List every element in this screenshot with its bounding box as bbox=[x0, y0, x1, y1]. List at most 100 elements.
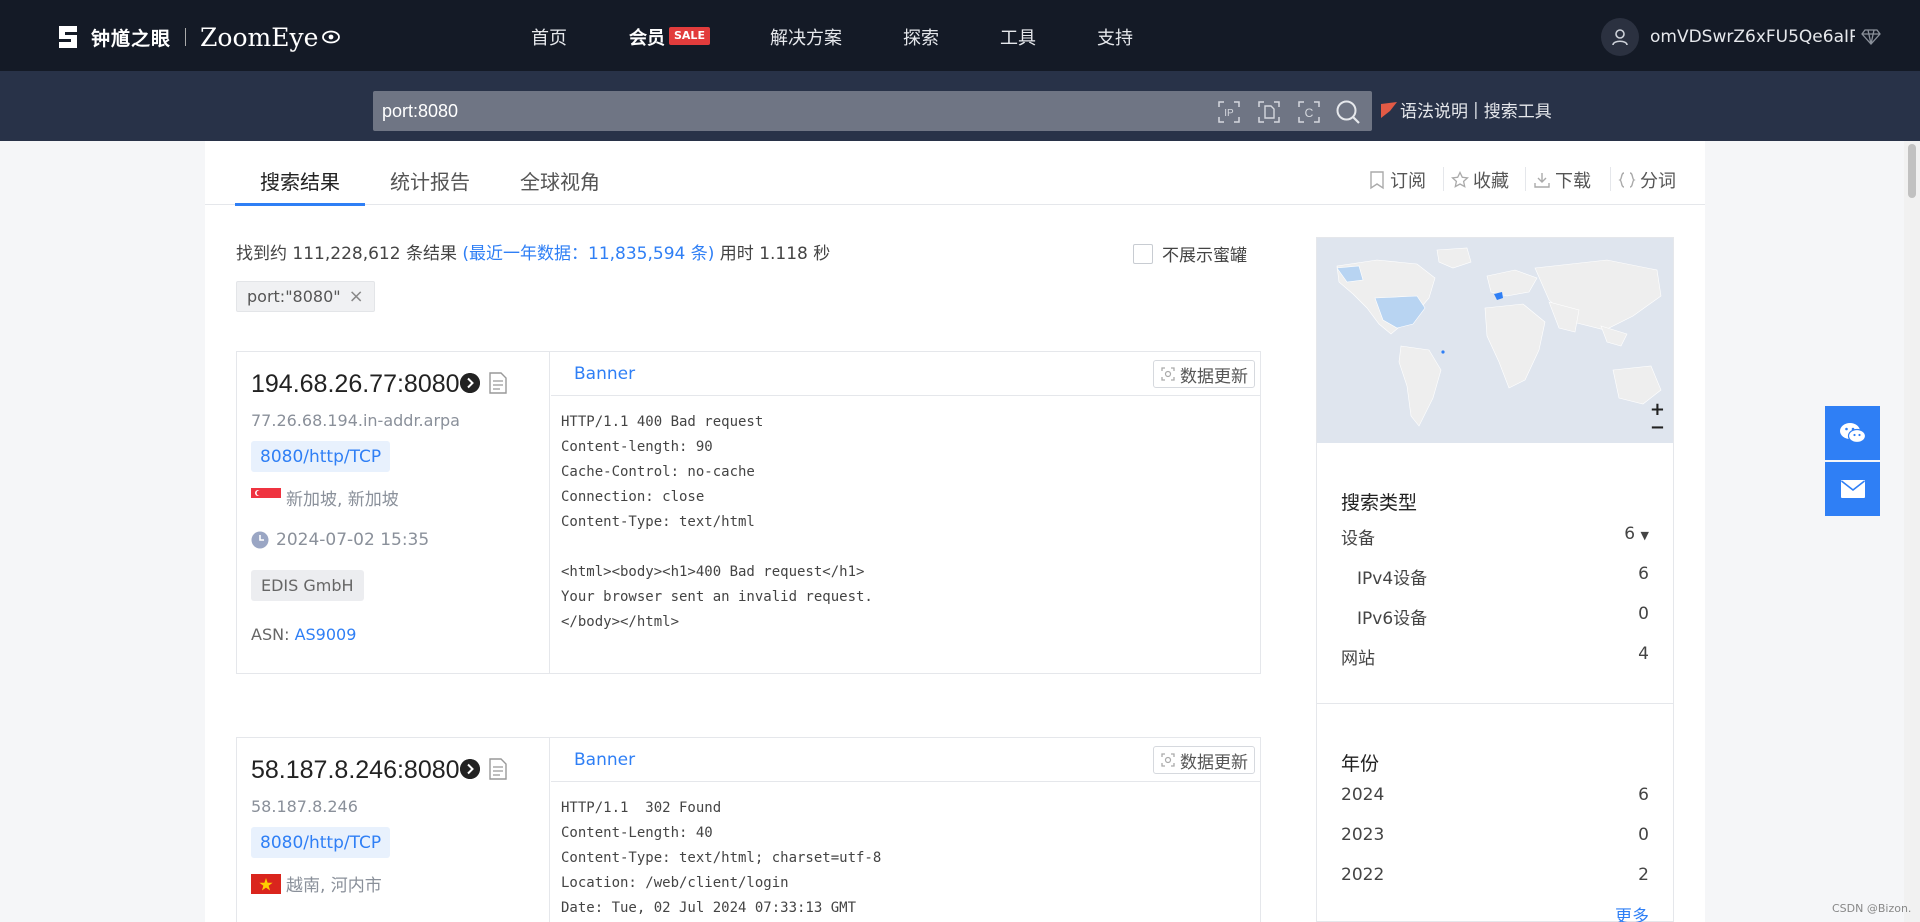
star-icon bbox=[1451, 171, 1469, 188]
clock-icon bbox=[251, 531, 269, 549]
close-icon[interactable]: × bbox=[349, 286, 364, 307]
location-label[interactable]: 越南, 河内市 bbox=[286, 871, 382, 896]
svg-text:C: C bbox=[1305, 106, 1314, 120]
top-navbar: 钟馗之眼 ZoomEye 首页 会员 SALE 解决方案 探索 工具 支持 om… bbox=[0, 0, 1920, 71]
year-more-link[interactable]: 更多 bbox=[1615, 902, 1649, 922]
subscribe-label: 订阅 bbox=[1390, 171, 1426, 192]
tab-banner[interactable]: Banner bbox=[574, 750, 635, 770]
subscribe-icon bbox=[1370, 171, 1384, 190]
nav-explore[interactable]: 探索 bbox=[903, 24, 939, 50]
result-asn: ASN: AS9009 bbox=[251, 625, 356, 644]
facet-label: 2022 bbox=[1341, 865, 1385, 885]
tokenize-button[interactable]: 分词 bbox=[1618, 167, 1676, 193]
facet-count: 4 bbox=[1638, 644, 1649, 664]
nav-member[interactable]: 会员 bbox=[629, 24, 665, 50]
scrollbar-track[interactable] bbox=[1904, 141, 1920, 922]
zoomeye-logo-icon bbox=[59, 26, 77, 48]
chevron-right-icon[interactable] bbox=[460, 759, 480, 779]
organization-tag[interactable]: EDIS GmbH bbox=[251, 570, 364, 601]
result-location: 新加坡, 新加坡 bbox=[251, 485, 399, 510]
facet-label: IPv6设备 bbox=[1357, 609, 1428, 629]
search-input[interactable] bbox=[382, 97, 1182, 125]
asn-link[interactable]: AS9009 bbox=[295, 625, 357, 644]
result-count: 找到约 111,228,612 条结果 bbox=[236, 244, 457, 264]
nav-solutions[interactable]: 解决方案 bbox=[770, 24, 842, 50]
logo[interactable]: 钟馗之眼 ZoomEye bbox=[53, 20, 341, 54]
wechat-button[interactable] bbox=[1825, 406, 1880, 460]
brand-separator bbox=[185, 28, 187, 46]
result-meta: 58.187.8.246:8080 58.187.8.246 8080/http… bbox=[237, 738, 550, 922]
facet-label: IPv4设备 bbox=[1357, 569, 1428, 589]
port-protocol-tag[interactable]: 8080/http/TCP bbox=[251, 441, 391, 472]
result-ip-link[interactable]: 194.68.26.77:8080 bbox=[251, 370, 460, 399]
nav-support[interactable]: 支持 bbox=[1097, 24, 1133, 50]
diamond-icon[interactable] bbox=[1861, 28, 1881, 46]
map-zoom-out-button[interactable]: − bbox=[1650, 417, 1665, 438]
document-icon[interactable] bbox=[488, 757, 508, 781]
watermark: CSDN @Bizon. bbox=[1832, 902, 1912, 915]
tab-search-results[interactable]: 搜索结果 bbox=[260, 166, 340, 195]
ip-search-icon[interactable]: IP bbox=[1216, 99, 1242, 125]
location-label[interactable]: 新加坡, 新加坡 bbox=[286, 485, 399, 510]
facet-row-device[interactable]: 设备 6 ▼ bbox=[1341, 524, 1649, 549]
avatar[interactable] bbox=[1601, 18, 1639, 56]
username[interactable]: omVDSwrZ6xFU5Qe6aIP... bbox=[1650, 27, 1855, 47]
tab-statistics[interactable]: 统计报告 bbox=[390, 166, 470, 195]
download-button[interactable]: 下载 bbox=[1533, 167, 1591, 193]
hide-honeypot-checkbox[interactable] bbox=[1133, 243, 1153, 264]
favorite-button[interactable]: 收藏 bbox=[1451, 167, 1509, 193]
nav-tools[interactable]: 工具 bbox=[1000, 24, 1036, 50]
help-separator: | bbox=[1473, 99, 1479, 120]
facet-count: 2 bbox=[1638, 865, 1649, 885]
facet-label: 2024 bbox=[1341, 785, 1385, 805]
braces-icon bbox=[1618, 172, 1636, 188]
facet-row-year[interactable]: 2023 0 bbox=[1341, 825, 1649, 845]
tab-banner[interactable]: Banner bbox=[574, 364, 635, 384]
hide-honeypot-toggle[interactable]: 不展示蜜罐 bbox=[1133, 241, 1247, 266]
nav-home[interactable]: 首页 bbox=[531, 24, 567, 50]
toolbar-divider bbox=[1610, 167, 1611, 191]
result-time: 2024-07-02 15:35 bbox=[251, 530, 429, 550]
update-data-button[interactable]: 数据更新 bbox=[1153, 746, 1255, 774]
search-tools-link[interactable]: 搜索工具 bbox=[1484, 97, 1552, 122]
syntax-help-link[interactable]: 语法说明 bbox=[1400, 97, 1468, 122]
world-map[interactable]: + − bbox=[1317, 238, 1673, 443]
facet-row-year[interactable]: 2024 6 bbox=[1341, 785, 1649, 805]
user-icon bbox=[1612, 29, 1628, 46]
eye-icon bbox=[322, 30, 341, 44]
caret-down-icon: ▼ bbox=[1640, 529, 1649, 542]
facet-count: 6 ▼ bbox=[1624, 524, 1649, 544]
user-menu[interactable]: omVDSwrZ6xFU5Qe6aIP... bbox=[1601, 18, 1881, 56]
subscribe-button[interactable]: 订阅 bbox=[1368, 167, 1426, 193]
recent-year-link[interactable]: (最近一年数据：11,835,594 条) bbox=[462, 244, 714, 264]
search-icon[interactable] bbox=[1335, 99, 1361, 125]
facet-count: 6 bbox=[1638, 564, 1649, 584]
document-icon[interactable] bbox=[488, 371, 508, 395]
facet-row-ipv4[interactable]: IPv4设备 6 bbox=[1357, 564, 1649, 589]
result-summary: 找到约 111,228,612 条结果 (最近一年数据：11,835,594 条… bbox=[236, 239, 830, 264]
chevron-right-icon[interactable] bbox=[460, 373, 480, 393]
search-box[interactable]: IP C bbox=[373, 91, 1372, 131]
facet-row-website[interactable]: 网站 4 bbox=[1341, 644, 1649, 669]
mail-icon bbox=[1840, 480, 1865, 498]
active-filter-tag: port:"8080" × bbox=[236, 281, 375, 312]
email-button[interactable] bbox=[1825, 462, 1880, 516]
update-data-label: 数据更新 bbox=[1180, 752, 1248, 773]
elapsed-time: 用时 1.118 秒 bbox=[719, 244, 831, 264]
result-card: 194.68.26.77:8080 77.26.68.194.in-addr.a… bbox=[236, 351, 1261, 674]
refresh-icon bbox=[1161, 753, 1175, 767]
brand-name-cn: 钟馗之眼 bbox=[91, 27, 172, 50]
update-data-label: 数据更新 bbox=[1180, 366, 1248, 387]
active-tab-indicator bbox=[235, 203, 365, 206]
facet-row-year[interactable]: 2022 2 bbox=[1341, 865, 1649, 885]
facet-count: 0 bbox=[1638, 825, 1649, 845]
port-protocol-tag[interactable]: 8080/http/TCP bbox=[251, 827, 391, 858]
scrollbar-thumb[interactable] bbox=[1908, 144, 1916, 198]
cert-search-icon[interactable]: C bbox=[1296, 99, 1322, 125]
result-ip-link[interactable]: 58.187.8.246:8080 bbox=[251, 756, 460, 785]
tab-global-view[interactable]: 全球视角 bbox=[520, 166, 600, 195]
file-search-icon[interactable] bbox=[1256, 99, 1282, 125]
facet-row-ipv6[interactable]: IPv6设备 0 bbox=[1357, 604, 1649, 629]
update-data-button[interactable]: 数据更新 bbox=[1153, 360, 1255, 388]
vietnam-flag-icon bbox=[251, 873, 281, 894]
